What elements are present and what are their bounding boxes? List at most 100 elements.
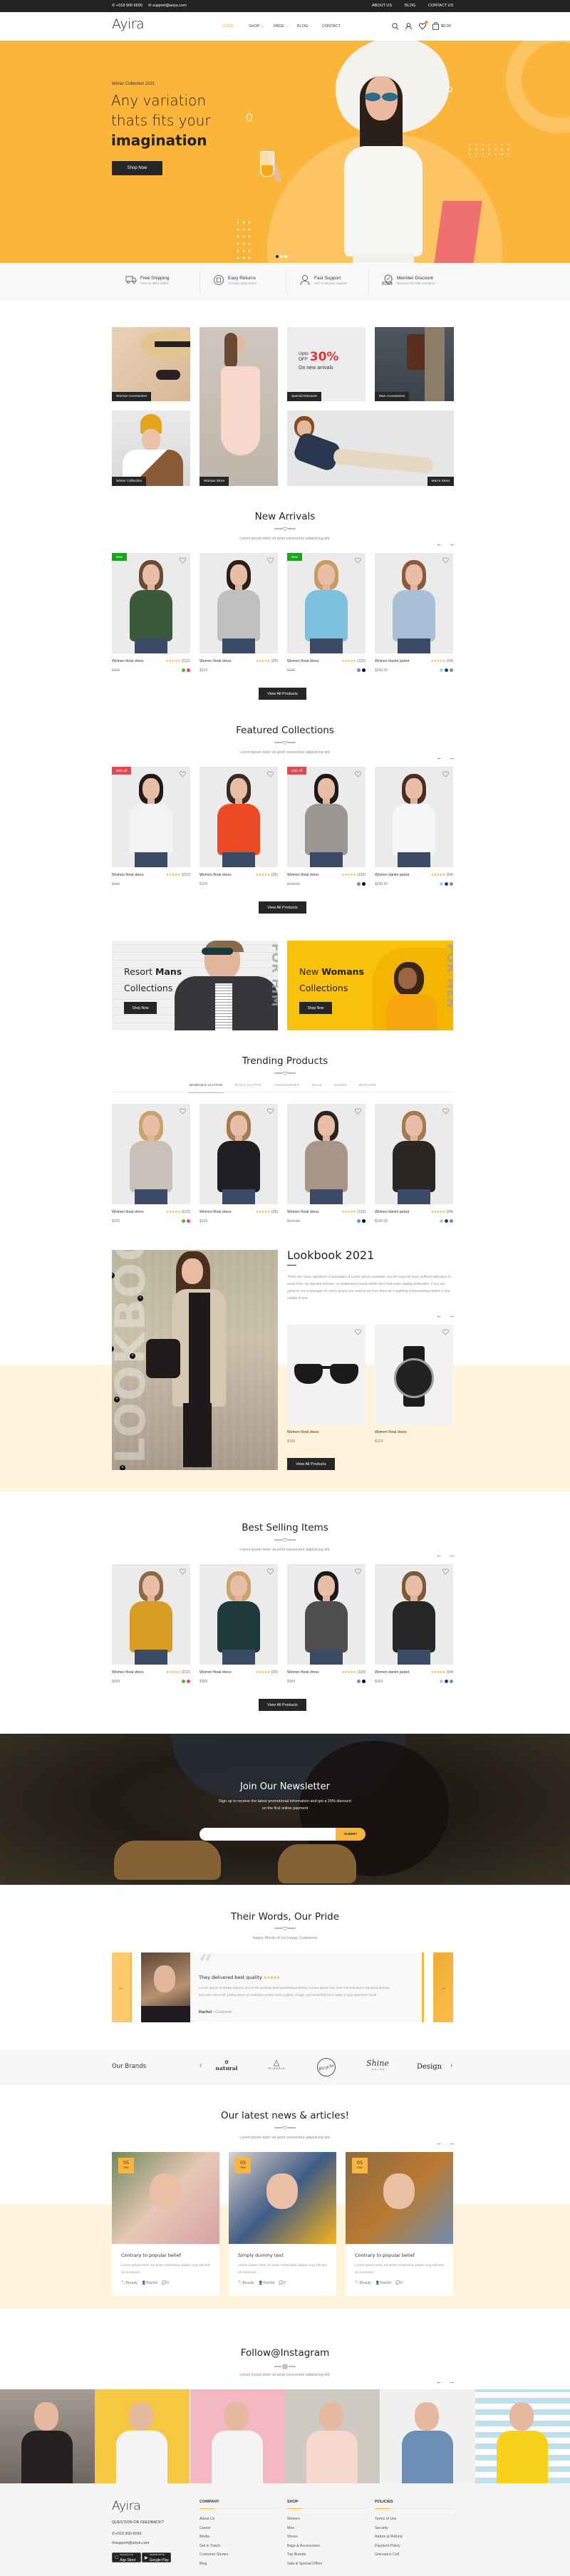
product-image-wrap[interactable] xyxy=(287,1325,366,1425)
arrow-right-icon[interactable]: → xyxy=(448,2140,455,2146)
color-swatch[interactable] xyxy=(362,882,366,886)
lookbook-view-all-button[interactable]: View All Products xyxy=(287,1458,335,1470)
product-card[interactable]: New Women floral dress ★★★★★ (110) $235 xyxy=(287,553,366,673)
arrow-left-icon[interactable]: ← xyxy=(436,755,442,761)
product-name[interactable]: Women danim jacket xyxy=(375,1210,409,1214)
wishlist-heart-icon[interactable] xyxy=(355,771,361,777)
color-swatch[interactable] xyxy=(445,1219,448,1223)
product-image-wrap[interactable] xyxy=(375,1564,453,1665)
footer-logo[interactable]: Ayira xyxy=(112,2499,141,2513)
hero-shop-now-button[interactable]: Shop Now xyxy=(112,161,162,175)
news-card-title[interactable]: Contrary to popular belief xyxy=(121,2252,181,2258)
brands-prev-chevron-icon[interactable]: ‹ xyxy=(200,2062,202,2069)
category-tile[interactable]: Woman Store xyxy=(200,327,278,486)
brand-logo-triangle[interactable]: △ TRIANGLE xyxy=(264,2059,289,2070)
news-tag[interactable]: 🏷Beauty xyxy=(238,2281,254,2285)
hotspot-plus-icon[interactable]: + xyxy=(114,1397,120,1402)
category-tile[interactable]: Winter Collection xyxy=(112,410,190,486)
product-image-wrap[interactable]: New xyxy=(112,553,190,653)
footer-link[interactable]: Return & Refund xyxy=(375,2535,453,2539)
product-image-wrap[interactable] xyxy=(375,553,453,653)
google-play-button[interactable]: ▶ ANDROID APP ON Google Play xyxy=(142,2552,171,2562)
wishlist-heart-icon[interactable] xyxy=(355,1329,361,1335)
wishlist-heart-icon[interactable] xyxy=(355,1108,361,1114)
tab-watches[interactable]: WATCHES xyxy=(359,1082,377,1092)
wishlist-heart-icon[interactable] xyxy=(267,771,274,777)
banner-shop-now-button[interactable]: Shop Now xyxy=(124,1002,157,1014)
product-image-wrap[interactable] xyxy=(200,1104,278,1204)
product-name[interactable]: Women floral dress xyxy=(200,873,232,877)
product-name[interactable]: Women floral dress xyxy=(287,873,319,877)
color-swatch[interactable] xyxy=(450,668,453,672)
arrow-left-icon[interactable]: ← xyxy=(436,1552,442,1558)
tab-man-s-cloths[interactable]: MAN'S CLOTHS xyxy=(234,1082,261,1092)
news-comments[interactable]: 💬0 xyxy=(162,2281,168,2285)
topbar-link-blog[interactable]: BLOG xyxy=(405,4,415,8)
product-image-wrap[interactable] xyxy=(112,1104,190,1204)
product-card[interactable]: New Women floral dress ★★★★★ (212) $235 xyxy=(112,553,190,673)
slider-dot[interactable] xyxy=(284,255,287,258)
wishlist-heart-icon[interactable] xyxy=(180,771,186,777)
footer-link[interactable]: Shoes xyxy=(287,2535,366,2539)
color-swatch[interactable] xyxy=(440,668,443,672)
color-swatch[interactable] xyxy=(357,882,361,886)
arrow-left-icon[interactable]: ← xyxy=(436,2379,442,2385)
product-image-wrap[interactable] xyxy=(200,553,278,653)
nav-item-page[interactable]: PAGE ⌄ xyxy=(274,24,288,29)
color-swatch[interactable] xyxy=(362,668,366,672)
product-name[interactable]: Women danim jacket xyxy=(375,659,409,663)
color-swatch[interactable] xyxy=(445,668,448,672)
wishlist-heart-icon[interactable] xyxy=(442,557,449,564)
news-card[interactable]: 05 nov Contrary to popular belief Lorem ips… xyxy=(346,2152,453,2296)
tab-woman-s-cloths[interactable]: WOMAN'S CLOTHS xyxy=(187,1082,224,1093)
brand-logo-natural[interactable]: ✿ natural xyxy=(214,2059,239,2071)
color-swatch[interactable] xyxy=(357,668,361,672)
footer-link[interactable]: Blog xyxy=(200,2562,278,2566)
brand-logo-design[interactable]: Design xyxy=(417,2059,442,2072)
footer-link[interactable]: Customer Stories xyxy=(200,2552,278,2557)
arrow-left-icon[interactable]: ← xyxy=(436,541,442,547)
product-card[interactable]: Women danim jacket ★★★★★ (04) $249.00 xyxy=(375,1104,453,1224)
hotspot-plus-icon[interactable]: + xyxy=(130,1353,135,1359)
testimonial-prev-button[interactable]: ← xyxy=(112,1952,132,2022)
product-name[interactable]: Women floral dress xyxy=(375,1430,453,1434)
news-tag[interactable]: 🏷Beauty xyxy=(355,2281,371,2285)
product-image-wrap[interactable] xyxy=(375,1325,453,1425)
cart-total[interactable]: $0.00 xyxy=(441,24,451,29)
product-name[interactable]: Women floral dress xyxy=(287,659,319,663)
product-card[interactable]: Women floral dress ★★★★★ (110) $399 xyxy=(287,1564,366,1684)
product-image-wrap[interactable] xyxy=(375,767,453,867)
hotspot-plus-icon[interactable]: + xyxy=(138,1295,143,1301)
instagram-post[interactable] xyxy=(190,2389,285,2483)
color-swatch[interactable] xyxy=(440,882,443,886)
product-name[interactable]: Women floral dress xyxy=(112,659,144,663)
news-author[interactable]: 👤Rachel xyxy=(259,2281,275,2285)
product-card[interactable]: Women danim jacket ★★★★★ (04) $249.00 xyxy=(375,553,453,673)
product-name[interactable]: Women floral dress xyxy=(112,873,144,877)
footer-link[interactable]: Media xyxy=(200,2535,278,2539)
footer-link[interactable]: Grievance Cell xyxy=(375,2552,453,2557)
promo-banner[interactable]: New Womans Collections Shop Now FOR HER xyxy=(287,941,453,1030)
nav-item-contact[interactable]: CONTACT xyxy=(322,24,341,29)
footer-link[interactable]: Get in Touch xyxy=(200,2544,278,2548)
product-name[interactable]: Women floral dress xyxy=(287,1670,319,1675)
color-swatch[interactable] xyxy=(450,882,453,886)
news-tag[interactable]: 🏷Beauty xyxy=(121,2281,138,2285)
product-card[interactable]: Women floral dress ★★★★★ (212) $399 xyxy=(112,1564,190,1684)
newsletter-email-input[interactable] xyxy=(200,1828,338,1841)
product-image-wrap[interactable]: 20% off xyxy=(112,767,190,867)
product-image-wrap[interactable] xyxy=(200,767,278,867)
product-image-wrap[interactable] xyxy=(375,1104,453,1204)
footer-link[interactable]: Career xyxy=(200,2526,278,2530)
wishlist-heart-icon[interactable] xyxy=(355,1568,361,1575)
footer-link[interactable]: Bags & Accessories xyxy=(287,2544,366,2548)
news-author[interactable]: 👤Rachel xyxy=(375,2281,392,2285)
product-name[interactable]: Women floral dress xyxy=(200,1210,232,1214)
color-swatch[interactable] xyxy=(362,1219,366,1223)
product-card[interactable]: Women danim jacket ★★★★★ (04) $249.00 xyxy=(375,767,453,886)
shopping-bag-icon[interactable] xyxy=(432,22,439,30)
product-name[interactable]: Women floral dress xyxy=(112,1670,144,1675)
arrow-right-icon[interactable]: → xyxy=(448,2379,455,2385)
arrow-right-icon[interactable]: → xyxy=(448,1313,455,1319)
category-tile[interactable]: Man Accessories xyxy=(375,327,454,401)
